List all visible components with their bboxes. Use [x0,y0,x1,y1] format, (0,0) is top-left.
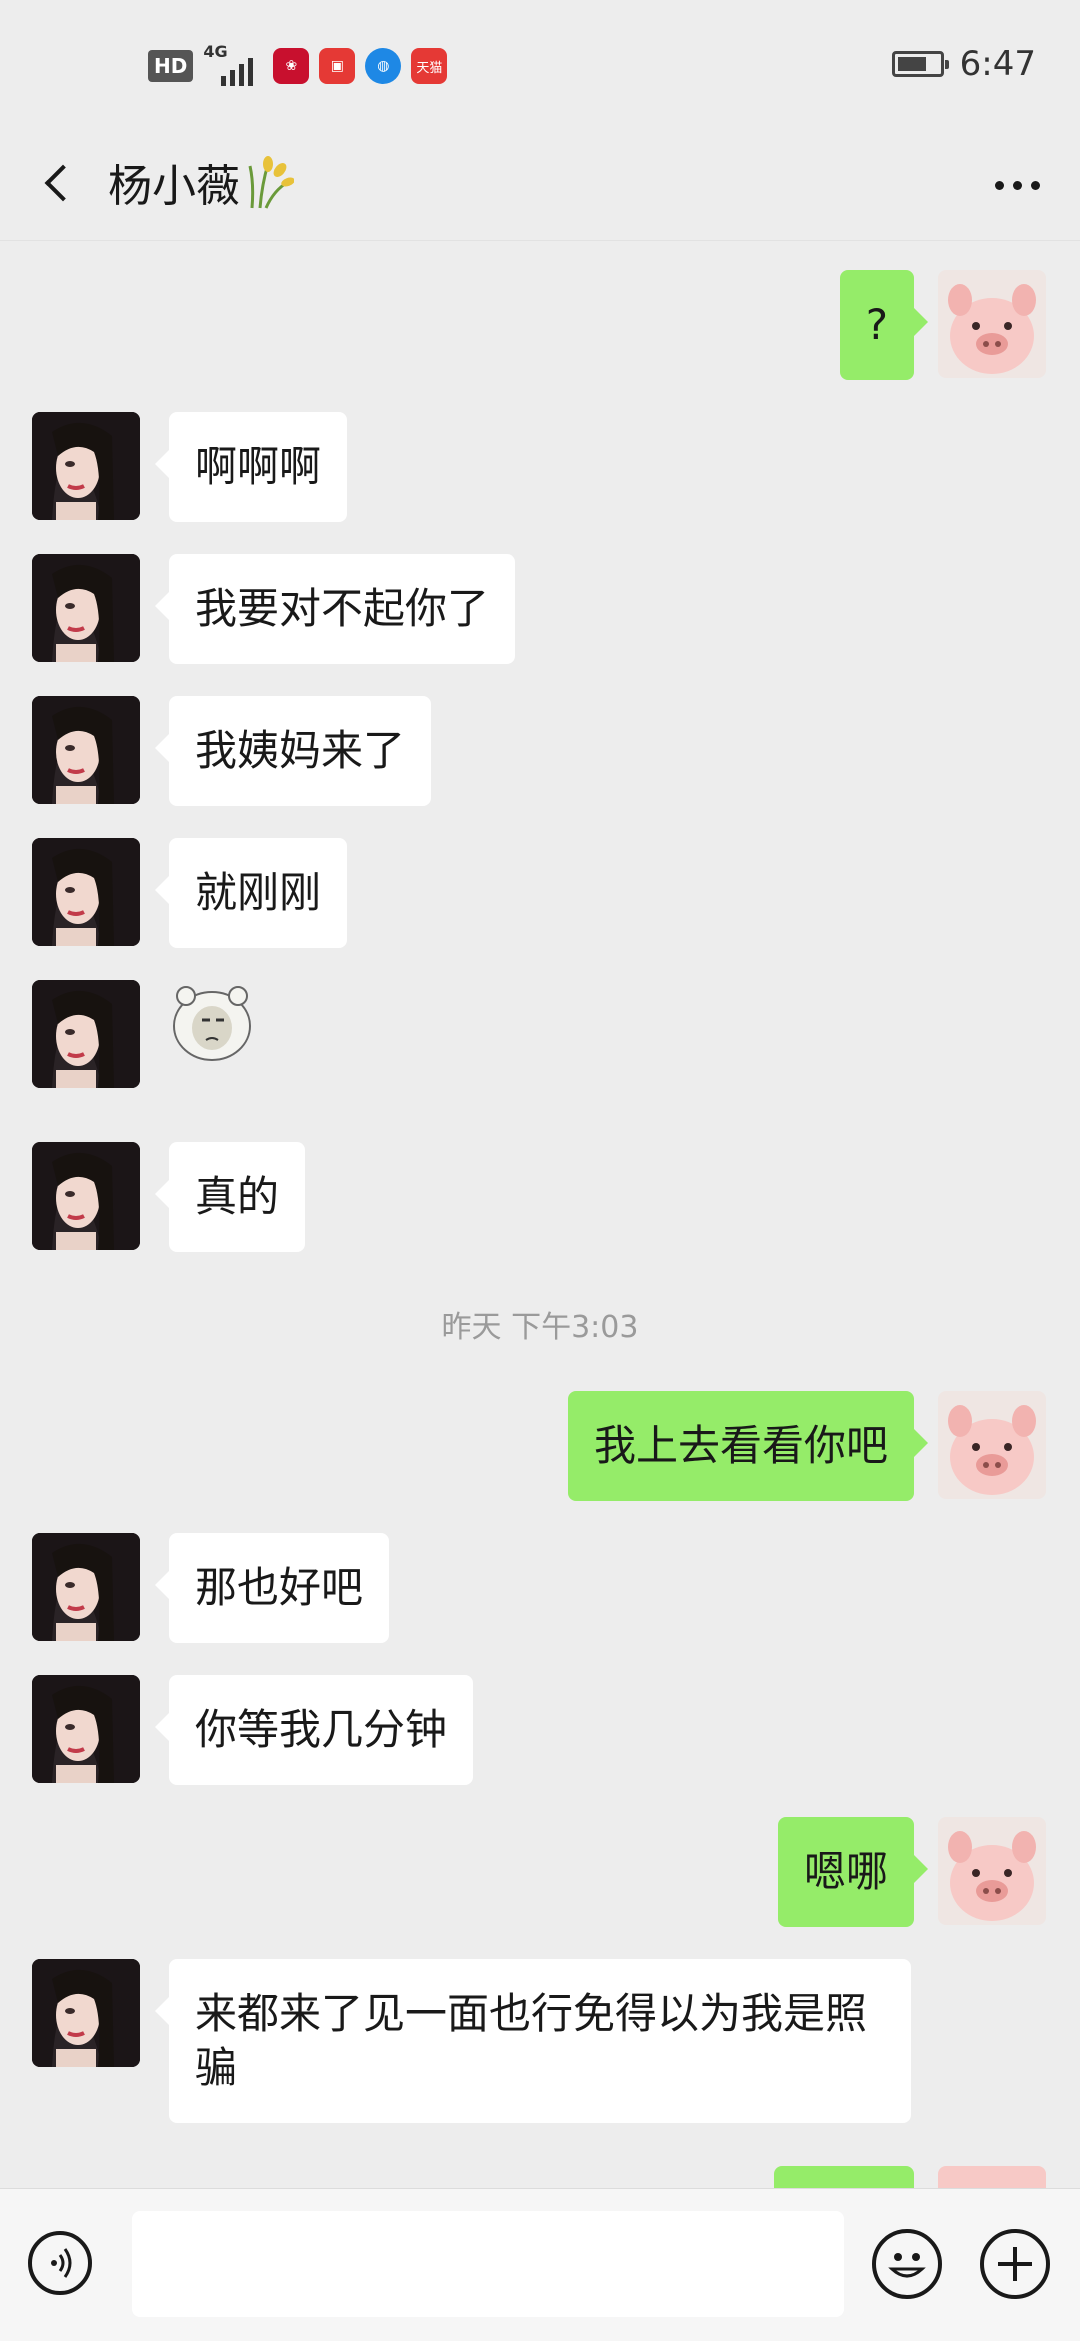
bear-face-sticker[interactable] [170,980,254,1064]
my-avatar[interactable] [938,1817,1046,1925]
contact-avatar[interactable] [32,1959,140,2067]
received-message-bubble[interactable]: 那也好吧 [154,1533,390,1643]
voice-input-button[interactable] [28,2231,92,2295]
contact-name: 杨小薇 [108,161,240,212]
message-input[interactable] [132,2211,844,2317]
message-timestamp: 昨天 下午3:03 [441,1310,639,1345]
contact-avatar[interactable] [32,838,140,946]
my-avatar-partial[interactable] [938,2166,1046,2188]
emoji-button[interactable] [872,2229,942,2299]
sent-message-bubble-partial[interactable] [774,2166,914,2188]
message-row: 真的 [0,1142,1080,1252]
received-message-bubble[interactable]: 我姨妈来了 [154,696,432,806]
contact-avatar[interactable] [32,696,140,804]
message-row: 嗯哪 [0,1817,1080,1927]
browser-icon: ◍ [365,48,402,84]
message-row: 就刚刚 [0,838,1080,948]
back-button[interactable] [34,150,94,214]
more-functions-button[interactable] [980,2229,1050,2299]
received-message-bubble[interactable]: 就刚刚 [154,838,348,948]
received-message-bubble[interactable]: 啊啊啊 [154,412,348,522]
contact-avatar[interactable] [32,1675,140,1783]
status-right: 6:47 [891,44,1036,84]
voice-icon [51,2248,72,2278]
message-row: 啊啊啊 [0,412,1080,522]
received-message-bubble[interactable]: 你等我几分钟 [154,1675,474,1785]
hd-indicator: HD [148,50,194,82]
huawei-store-icon: ▣ [319,48,356,84]
input-bar [0,2188,1080,2341]
contact-avatar[interactable] [32,1533,140,1641]
signal-icon: 4G [203,42,263,86]
received-message-bubble[interactable]: 真的 [154,1142,306,1252]
my-avatar[interactable] [938,270,1046,378]
my-avatar[interactable] [938,1391,1046,1499]
message-row: 我姨妈来了 [0,696,1080,806]
clock: 6:47 [959,44,1036,84]
message-row: 那也好吧 [0,1533,1080,1643]
contact-avatar[interactable] [32,980,140,1088]
contact-avatar[interactable] [32,412,140,520]
flower-emoji-icon [248,156,294,209]
sent-message-bubble[interactable]: 嗯哪 [777,1817,929,1927]
message-row [0,980,1080,1090]
contact-avatar[interactable] [32,554,140,662]
tmall-icon: 天猫 [411,48,448,84]
message-row: 我上去看看你吧 [0,1391,1080,1501]
message-row: 你等我几分钟 [0,1675,1080,1785]
chat-title: 杨小薇 [108,150,294,214]
received-message-bubble[interactable]: 来都来了见一面也行免得以为我是照骗 [155,1959,911,2123]
sent-message-bubble[interactable]: 我上去看看你吧 [567,1391,929,1501]
received-message-bubble[interactable]: 我要对不起你了 [154,554,516,664]
status-bar: HD 4G ❀ ▣ ◍ 天猫 6:47 [0,0,1080,130]
lotus-app-icon: ❀ [273,48,310,84]
contact-avatar[interactable] [32,1142,140,1250]
chat-header: 杨小薇 [0,130,1080,241]
emoji-icon [888,2253,926,2278]
battery-icon [891,51,949,77]
status-left: HD 4G ❀ ▣ ◍ 天猫 [148,42,448,86]
sent-message-bubble[interactable]: ? [839,270,929,380]
signal-bars [221,58,254,86]
message-row: 我要对不起你了 [0,554,1080,664]
message-row-partial [0,2160,1080,2188]
message-row: ? [0,270,1080,380]
more-options-button[interactable] [982,160,1052,210]
message-row: 来都来了见一面也行免得以为我是照骗 [0,1959,1080,2123]
